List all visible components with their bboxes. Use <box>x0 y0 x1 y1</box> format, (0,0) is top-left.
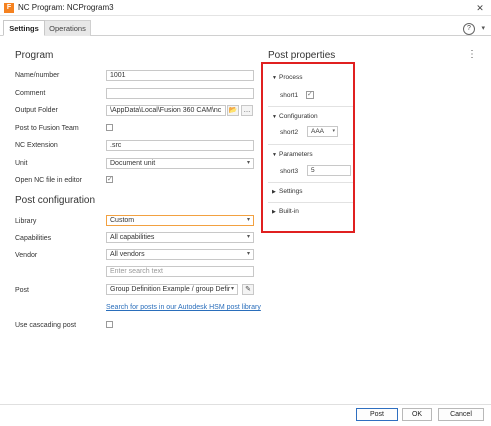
nc-extension-label: NC Extension <box>15 142 58 149</box>
collapsed-icon: ▶ <box>272 189 276 195</box>
ok-button[interactable]: OK <box>402 408 432 421</box>
fusion-app-icon: F <box>4 3 14 13</box>
group-built-in-label: Built-in <box>279 208 299 215</box>
group-built-in[interactable]: ▶ Built-in <box>272 208 299 215</box>
chevron-down-icon: ▾ <box>246 160 250 166</box>
open-nc-label: Open NC file in editor <box>15 177 82 184</box>
post-search-input[interactable]: Enter search text <box>106 266 254 277</box>
expanded-icon: ▼ <box>272 152 277 158</box>
browse-button[interactable]: … <box>241 105 253 116</box>
group-process-label: Process <box>279 74 303 81</box>
group-parameters[interactable]: ▼ Parameters <box>272 151 313 158</box>
vendor-label: Vendor <box>15 252 38 259</box>
chevron-down-icon: ▾ <box>246 234 250 240</box>
group-settings-label: Settings <box>279 188 303 195</box>
post-to-team-label: Post to Fusion Team <box>15 125 79 132</box>
window-title: NC Program: NCProgram3 <box>18 3 114 12</box>
group-settings[interactable]: ▶ Settings <box>272 188 303 195</box>
post-button[interactable]: Post <box>356 408 398 421</box>
tab-operations[interactable]: Operations <box>45 20 91 36</box>
vendor-value: All vendors <box>110 251 145 258</box>
output-folder-input[interactable]: \AppData\Local\Fusion 360 CAM\nc <box>106 105 226 116</box>
collapsed-icon: ▶ <box>272 209 276 215</box>
group-process[interactable]: ▼ Process <box>272 74 302 81</box>
library-value: Custom <box>110 217 135 224</box>
capabilities-value: All capabilities <box>110 234 155 241</box>
capabilities-select[interactable]: All capabilities ▾ <box>106 232 254 243</box>
help-icon[interactable]: ? <box>463 23 475 35</box>
short1-label: short1 <box>280 92 299 99</box>
vendor-select[interactable]: All vendors ▾ <box>106 249 254 260</box>
check-icon: ✓ <box>107 176 113 183</box>
group-configuration[interactable]: ▼ Configuration <box>272 113 318 120</box>
search-posts-link[interactable]: Search for posts in our Autodesk HSM pos… <box>106 304 261 311</box>
folder-icon[interactable]: 📂 <box>227 105 239 116</box>
divider <box>268 182 353 183</box>
post-properties-title: Post properties <box>268 50 336 61</box>
short3-input[interactable]: 5 <box>307 165 351 176</box>
divider <box>268 106 353 107</box>
check-icon: ✓ <box>307 91 313 98</box>
short1-checkbox[interactable]: ✓ <box>306 91 314 99</box>
unit-value: Document unit <box>110 160 156 167</box>
name-number-label: Name/number <box>15 72 60 79</box>
divider <box>268 202 353 203</box>
output-folder-label: Output Folder <box>15 107 58 114</box>
post-to-team-checkbox[interactable] <box>106 124 113 131</box>
short2-select[interactable]: AAA ▾ <box>307 126 338 137</box>
comment-input[interactable] <box>106 88 254 99</box>
post-value: Group Definition Example / group Defir <box>110 286 231 293</box>
chevron-down-icon: ▾ <box>332 128 335 134</box>
name-number-input[interactable]: 1001 <box>106 70 254 81</box>
comment-label: Comment <box>15 90 46 97</box>
library-select[interactable]: Custom ▾ <box>106 215 254 226</box>
chevron-down-icon: ▾ <box>246 217 250 223</box>
library-label: Library <box>15 218 37 225</box>
short3-label: short3 <box>280 168 299 175</box>
nc-extension-input[interactable]: .src <box>106 140 254 151</box>
post-configuration-title: Post configuration <box>15 195 96 206</box>
program-section-title: Program <box>15 50 54 61</box>
pencil-icon[interactable]: ✎ <box>242 284 254 295</box>
cascading-post-label: Use cascading post <box>15 322 77 329</box>
kebab-menu-icon[interactable]: ⋮ <box>467 49 477 60</box>
capabilities-label: Capabilities <box>15 235 52 242</box>
short2-label: short2 <box>280 129 299 136</box>
close-icon[interactable]: ✕ <box>474 2 486 14</box>
chevron-down-icon: ▾ <box>230 286 234 292</box>
open-nc-checkbox[interactable]: ✓ <box>106 176 113 183</box>
group-parameters-label: Parameters <box>279 151 313 158</box>
post-select[interactable]: Group Definition Example / group Defir ▾ <box>106 284 238 295</box>
expanded-icon: ▼ <box>272 114 277 120</box>
tab-settings[interactable]: Settings <box>3 20 45 36</box>
post-label: Post <box>15 287 30 294</box>
short2-value: AAA <box>311 128 325 135</box>
divider <box>268 144 353 145</box>
help-dropdown-icon[interactable]: ▾ <box>481 24 485 32</box>
group-configuration-label: Configuration <box>279 113 318 120</box>
unit-label: Unit <box>15 160 28 167</box>
tab-bar: Settings Operations <box>0 20 491 36</box>
title-bar: F NC Program: NCProgram3 ✕ <box>0 0 491 16</box>
cascading-post-checkbox[interactable] <box>106 321 113 328</box>
chevron-down-icon: ▾ <box>246 251 250 257</box>
expanded-icon: ▼ <box>272 75 277 81</box>
cancel-button[interactable]: Cancel <box>438 408 484 421</box>
unit-select[interactable]: Document unit ▾ <box>106 158 254 169</box>
